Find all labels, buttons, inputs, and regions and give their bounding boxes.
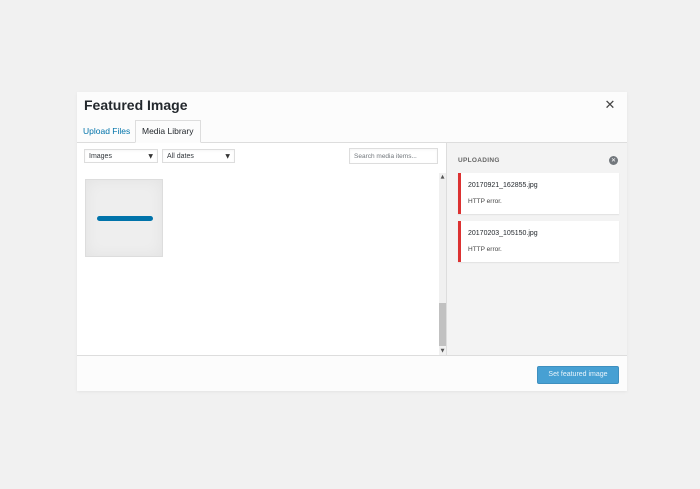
scroll-thumb[interactable] [439, 303, 446, 346]
media-modal: Featured Image ✕ Upload Files Media Libr… [77, 92, 627, 391]
scroll-down-arrow-icon[interactable]: ▼ [439, 347, 446, 355]
tab-media-library[interactable]: Media Library [135, 120, 201, 143]
modal-title: Featured Image [84, 97, 188, 113]
tab-upload-files[interactable]: Upload Files [77, 121, 136, 141]
media-type-filter-value: Images [89, 153, 112, 160]
uploading-heading: UPLOADING [458, 157, 500, 164]
scroll-up-arrow-icon[interactable]: ▲ [439, 173, 446, 181]
date-filter-value: All dates [167, 153, 194, 160]
media-library-content: Images ▼ All dates ▼ ▲ ▼ [77, 143, 446, 355]
search-input[interactable] [349, 148, 438, 164]
chevron-down-icon: ▼ [148, 153, 153, 160]
error-filename: 20170203_105150.jpg [468, 230, 538, 237]
error-message: HTTP error. [468, 198, 502, 205]
set-featured-image-button[interactable]: Set featured image [537, 366, 619, 384]
date-filter[interactable]: All dates ▼ [162, 149, 235, 163]
upload-progress-bar [97, 216, 153, 221]
media-type-filter[interactable]: Images ▼ [84, 149, 158, 163]
upload-status-sidebar: UPLOADING ✕ 20170921_162855.jpg HTTP err… [446, 143, 627, 355]
tab-bar: Upload Files Media Library [77, 120, 627, 143]
error-message: HTTP error. [468, 246, 502, 253]
dismiss-errors-icon[interactable]: ✕ [609, 156, 618, 165]
attachments-grid [85, 179, 163, 257]
media-toolbar: Images ▼ All dates ▼ [77, 143, 446, 173]
modal-footer: Set featured image [77, 355, 627, 391]
close-icon[interactable]: ✕ [601, 97, 619, 115]
scrollbar[interactable]: ▲ ▼ [439, 173, 446, 355]
error-filename: 20170921_162855.jpg [468, 182, 538, 189]
upload-error-item: 20170203_105150.jpg HTTP error. [458, 221, 619, 262]
chevron-down-icon: ▼ [225, 153, 230, 160]
modal-header: Featured Image ✕ Upload Files Media Libr… [77, 92, 627, 143]
attachment-thumbnail[interactable] [85, 179, 163, 257]
upload-error-item: 20170921_162855.jpg HTTP error. [458, 173, 619, 214]
